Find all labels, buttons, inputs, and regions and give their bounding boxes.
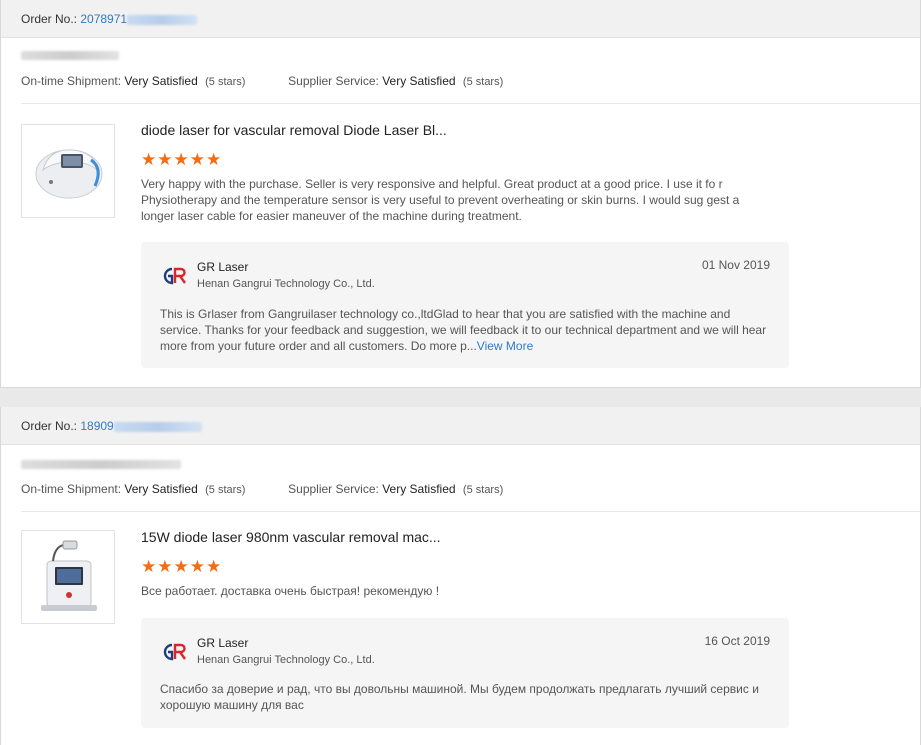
star-icon: ★ bbox=[157, 557, 174, 576]
reply-company: Henan Gangrui Technology Co., Ltd. bbox=[197, 278, 375, 290]
ontime-label: On-time Shipment: bbox=[21, 482, 122, 496]
star-icon: ★ bbox=[206, 150, 223, 169]
supplier-stars: (5 stars) bbox=[462, 484, 504, 496]
order-card: Order No.: 2078971 On-time Shipment: Ver… bbox=[0, 0, 921, 388]
order-number-link[interactable]: 2078971 bbox=[80, 12, 127, 26]
reply-company: Henan Gangrui Technology Co., Ltd. bbox=[197, 654, 375, 666]
reply-text-body: This is Grlaser from Gangruilaser techno… bbox=[160, 307, 767, 353]
star-icon: ★ bbox=[141, 557, 158, 576]
rating-stars: ★★★★★ bbox=[141, 558, 222, 575]
star-icon: ★ bbox=[157, 150, 174, 169]
supplier-label: Supplier Service: bbox=[288, 482, 379, 496]
divider bbox=[21, 511, 920, 512]
gr-laser-logo bbox=[163, 267, 186, 285]
product-title-link[interactable]: diode laser for vascular removal Diode L… bbox=[141, 122, 447, 138]
ontime-stars: (5 stars) bbox=[205, 76, 246, 88]
reply-date: 01 Nov 2019 bbox=[701, 258, 770, 272]
supplier-stars: (5 stars) bbox=[462, 76, 504, 88]
order-number-redacted bbox=[127, 14, 198, 25]
buyer-name-redacted bbox=[21, 460, 181, 469]
reply-seller-name: GR Laser bbox=[197, 260, 249, 274]
supplier-label: Supplier Service: bbox=[288, 74, 379, 88]
reply-text: Спасибо за доверие и рад, что вы довольн… bbox=[160, 682, 759, 712]
laser-machine-image bbox=[35, 149, 103, 199]
ontime-value: Very Satisfied bbox=[124, 482, 198, 496]
product-thumbnail[interactable] bbox=[21, 530, 115, 624]
star-icon: ★ bbox=[141, 150, 158, 169]
order-card: Order No.: 18909 On-time Shipment: Very … bbox=[0, 407, 921, 745]
product-title-link[interactable]: 15W diode laser 980nm vascular removal m… bbox=[141, 529, 441, 545]
supplier-ratings: On-time Shipment: Very Satisfied (5 star… bbox=[21, 74, 503, 88]
supplier-value: Very Satisfied bbox=[382, 482, 456, 496]
gr-laser-logo bbox=[163, 643, 186, 661]
order-header: Order No.: 18909 bbox=[1, 407, 920, 445]
order-number-label: Order No.: bbox=[21, 12, 78, 26]
review-text: Все работает. доставка очень быстрая! ре… bbox=[141, 584, 440, 598]
star-icon: ★ bbox=[189, 557, 206, 576]
divider bbox=[21, 103, 920, 104]
star-icon: ★ bbox=[206, 557, 223, 576]
order-number-link[interactable]: 18909 bbox=[80, 419, 113, 433]
supplier-ratings: On-time Shipment: Very Satisfied (5 star… bbox=[21, 482, 503, 496]
buyer-name-redacted bbox=[21, 51, 119, 60]
order-number-label: Order No.: bbox=[21, 419, 78, 433]
star-icon: ★ bbox=[189, 150, 206, 169]
reply-seller-name: GR Laser bbox=[197, 636, 249, 650]
review-text: Very happy with the purchase. Seller is … bbox=[141, 177, 740, 223]
ontime-value: Very Satisfied bbox=[124, 74, 198, 88]
reply-text: This is Grlaser from Gangruilaser techno… bbox=[160, 306, 774, 354]
star-icon: ★ bbox=[173, 557, 190, 576]
view-more-link[interactable]: View More bbox=[477, 339, 533, 353]
product-thumbnail[interactable] bbox=[21, 124, 115, 218]
order-header: Order No.: 2078971 bbox=[1, 0, 920, 38]
ontime-label: On-time Shipment: bbox=[21, 74, 122, 88]
seller-reply: GR Laser Henan Gangrui Technology Co., L… bbox=[141, 618, 789, 728]
ontime-stars: (5 stars) bbox=[205, 484, 246, 496]
order-number-redacted bbox=[113, 421, 202, 432]
supplier-value: Very Satisfied bbox=[382, 74, 456, 88]
rating-stars: ★★★★★ bbox=[141, 151, 222, 168]
seller-reply: GR Laser Henan Gangrui Technology Co., L… bbox=[141, 242, 789, 368]
reply-date: 16 Oct 2019 bbox=[704, 634, 770, 648]
laser-machine-image bbox=[41, 540, 97, 611]
star-icon: ★ bbox=[173, 150, 190, 169]
